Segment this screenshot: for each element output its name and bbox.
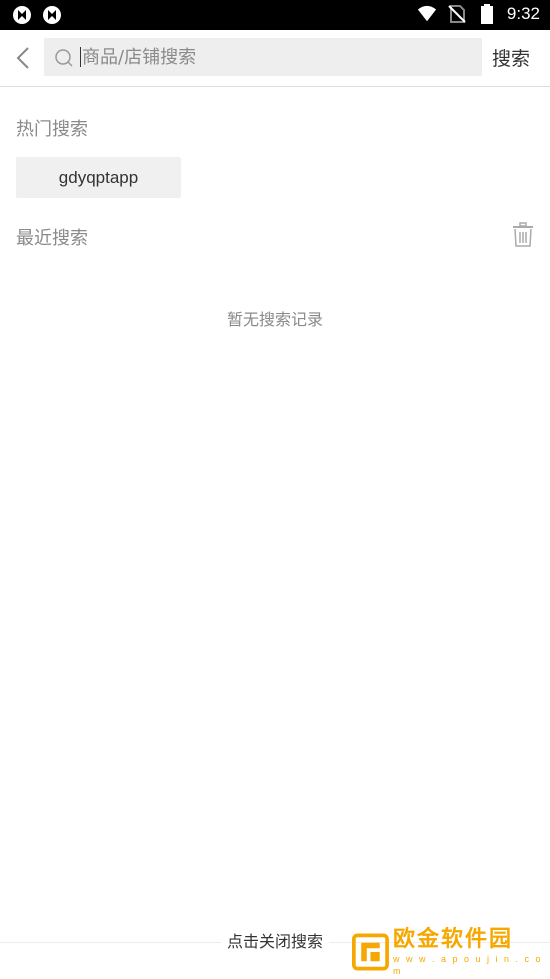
app-notification-icon bbox=[43, 6, 61, 24]
watermark-text: 欧金软件园 w w w . a p o u j i n . c o m bbox=[393, 927, 544, 977]
search-button[interactable]: 搜索 bbox=[492, 44, 530, 71]
close-search-label: 点击关闭搜索 bbox=[220, 932, 329, 951]
battery-icon bbox=[480, 4, 493, 24]
hot-search-title: 热门搜索 bbox=[16, 119, 88, 140]
search-input[interactable] bbox=[82, 38, 472, 76]
search-box[interactable] bbox=[44, 38, 482, 76]
chevron-left-icon bbox=[16, 47, 29, 69]
recent-search-title: 最近搜索 bbox=[16, 228, 88, 249]
trash-icon[interactable] bbox=[512, 222, 534, 248]
clock: 9:32 bbox=[506, 4, 540, 23]
search-icon bbox=[55, 49, 73, 67]
search-header: 搜索 bbox=[0, 30, 550, 87]
text-cursor bbox=[80, 47, 81, 67]
no-sim-icon bbox=[448, 5, 466, 23]
watermark-url: w w w . a p o u j i n . c o m bbox=[392, 954, 543, 976]
back-button[interactable] bbox=[10, 44, 38, 72]
hot-search-tag[interactable]: gdyqptapp bbox=[16, 157, 181, 198]
app-notification-icon bbox=[13, 6, 31, 24]
watermark-name: 欧金软件园 bbox=[392, 927, 513, 952]
status-left-icons bbox=[12, 5, 62, 25]
empty-history-text: 暂无搜索记录 bbox=[226, 310, 323, 329]
watermark: 欧金软件园 w w w . a p o u j i n . c o m bbox=[352, 927, 544, 977]
status-bar: 9:32 bbox=[0, 0, 550, 30]
watermark-logo-icon bbox=[352, 933, 389, 971]
status-right-area: 9:32 bbox=[417, 4, 540, 24]
wifi-icon bbox=[417, 5, 436, 22]
